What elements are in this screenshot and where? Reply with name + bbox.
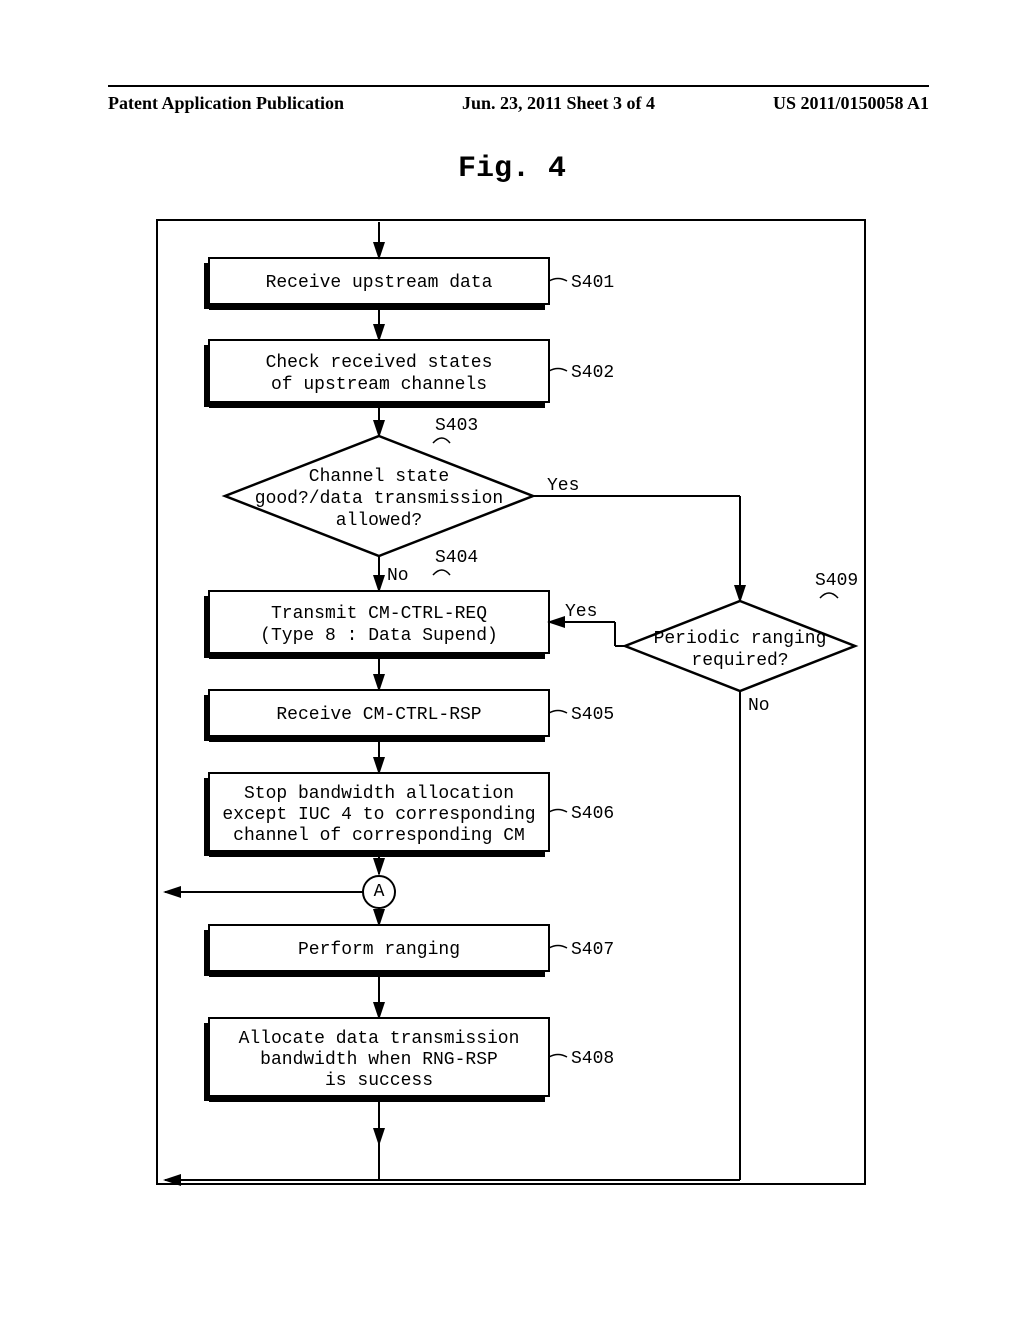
step-s402: Check received states of upstream channe…: [204, 340, 614, 408]
header-right: US 2011/0150058 A1: [773, 93, 929, 114]
connector-a: A: [363, 876, 395, 908]
branch-yes-label: Yes: [547, 476, 579, 496]
step-s406-text2: except IUC 4 to corresponding: [222, 805, 535, 825]
step-s408: Allocate data transmission bandwidth whe…: [204, 1018, 614, 1102]
step-s402-text2: of upstream channels: [271, 375, 487, 395]
step-s404-text2: (Type 8 : Data Supend): [260, 626, 498, 646]
decision-s409: Periodic ranging required? S409: [625, 571, 858, 691]
step-s401-text: Receive upstream data: [266, 273, 493, 293]
step-s407-label: S407: [571, 940, 614, 960]
step-s405: Receive CM-CTRL-RSP S405: [204, 690, 614, 742]
step-s401: Receive upstream data S401: [204, 258, 614, 310]
decision-s409-text1: Periodic ranging: [654, 629, 827, 649]
header-center: Jun. 23, 2011 Sheet 3 of 4: [462, 93, 655, 114]
step-s404-text1: Transmit CM-CTRL-REQ: [271, 604, 487, 624]
step-s406-label: S406: [571, 804, 614, 824]
step-s408-text2: bandwidth when RNG-RSP: [260, 1050, 498, 1070]
decision-s409-text2: required?: [691, 651, 788, 671]
flowchart: Receive upstream data S401 Check receive…: [155, 218, 895, 1193]
decision-s409-label: S409: [815, 571, 858, 591]
decision-s403-text3: allowed?: [336, 511, 422, 531]
step-s401-label: S401: [571, 273, 614, 293]
step-s402-text1: Check received states: [266, 353, 493, 373]
step-s408-text3: is success: [325, 1071, 433, 1091]
connector-a-label: A: [374, 882, 385, 902]
branch-no-label: No: [748, 696, 770, 716]
step-s406-text3: channel of corresponding CM: [233, 826, 525, 846]
header-divider: [108, 85, 929, 87]
step-s405-text: Receive CM-CTRL-RSP: [276, 705, 481, 725]
step-s404-label: S404: [435, 548, 478, 568]
branch-no-label: No: [387, 566, 409, 586]
step-s402-label: S402: [571, 363, 614, 383]
branch-s403-yes: Yes: [533, 476, 740, 601]
step-s408-text1: Allocate data transmission: [239, 1029, 520, 1049]
step-s405-label: S405: [571, 705, 614, 725]
step-s406: Stop bandwidth allocation except IUC 4 t…: [204, 773, 614, 857]
header-left: Patent Application Publication: [108, 93, 344, 114]
branch-s409-no: No: [740, 691, 770, 1180]
step-s407-text: Perform ranging: [298, 940, 460, 960]
figure-title: Fig. 4: [0, 152, 1024, 186]
step-s408-label: S408: [571, 1049, 614, 1069]
decision-s403-text1: Channel state: [309, 467, 449, 487]
decision-s403-label: S403: [435, 416, 478, 436]
decision-s403: Channel state good?/data transmission al…: [225, 416, 533, 556]
decision-s403-text2: good?/data transmission: [255, 489, 503, 509]
branch-s409-yes: Yes: [549, 602, 625, 646]
step-s406-text1: Stop bandwidth allocation: [244, 784, 514, 804]
step-s404: Transmit CM-CTRL-REQ (Type 8 : Data Supe…: [204, 548, 549, 659]
step-s407: Perform ranging S407: [204, 925, 614, 977]
branch-yes-label: Yes: [565, 602, 597, 622]
document-header: Patent Application Publication Jun. 23, …: [0, 85, 1024, 114]
